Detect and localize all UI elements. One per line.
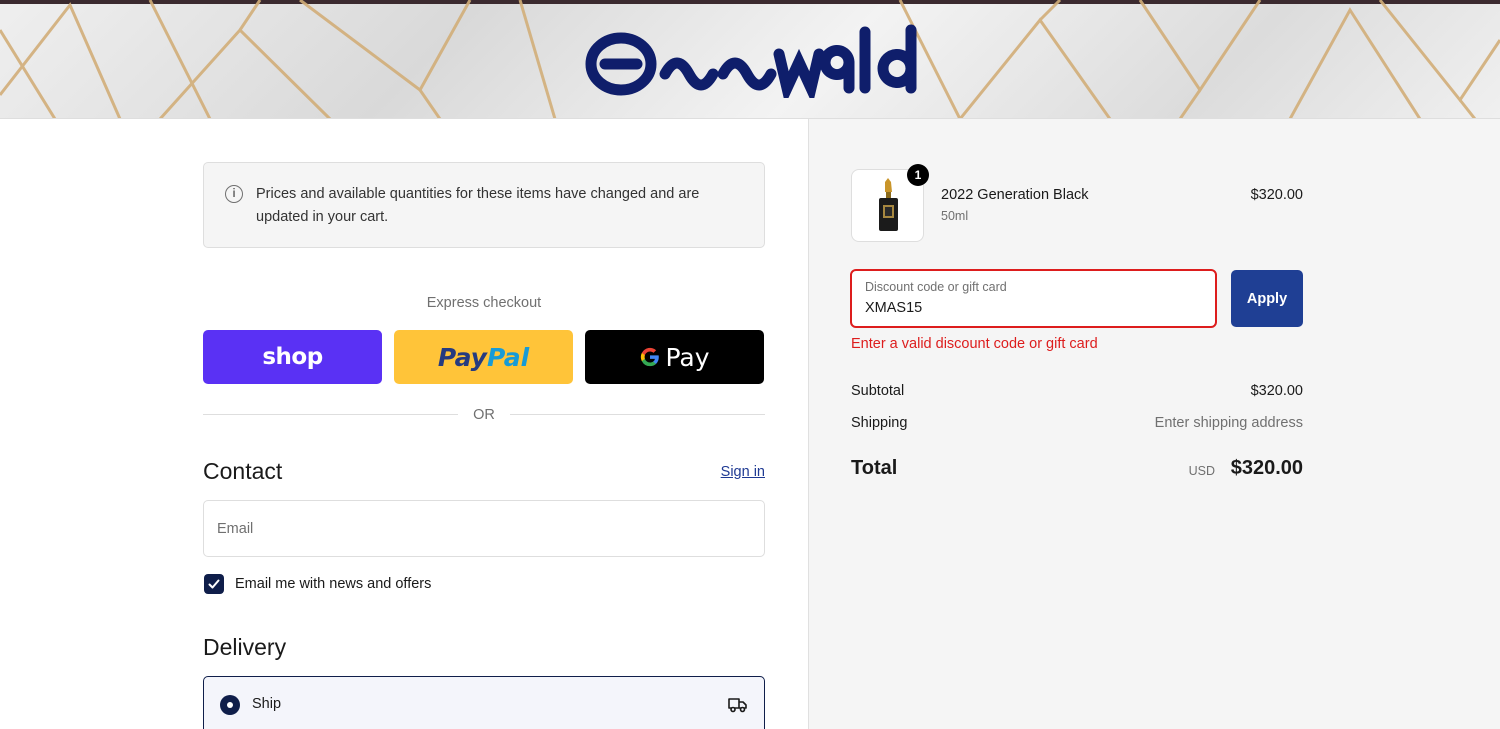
notice-message: Prices and available quantities for thes… (256, 186, 700, 225)
cart-changed-notice: i Prices and available quantities for th… (203, 162, 765, 248)
total-value: $320.00 (1230, 457, 1303, 479)
google-g-icon (641, 347, 660, 367)
delivery-heading: Delivery (203, 634, 287, 660)
paypal-logo: PayPal (437, 342, 530, 372)
ship-radio[interactable] (220, 695, 240, 715)
email-field[interactable] (203, 500, 765, 557)
shop-pay-button[interactable]: shop (203, 330, 382, 384)
brand-logo[interactable] (583, 24, 923, 105)
google-pay-label: Pay (665, 342, 710, 372)
quantity-badge: 1 (907, 164, 929, 186)
shop-pay-logo: shop (262, 344, 323, 370)
google-pay-button[interactable]: Pay (585, 330, 764, 384)
product-name: 2022 Generation Black (941, 187, 1089, 203)
newsletter-label: Email me with news and offers (235, 576, 432, 592)
apply-discount-button[interactable]: Apply (1231, 270, 1303, 327)
newsletter-checkbox[interactable] (204, 574, 224, 594)
checkmark-icon (208, 579, 220, 589)
or-divider: OR (203, 405, 765, 425)
subtotal-value: $320.00 (1250, 383, 1303, 399)
discount-error-message: Enter a valid discount code or gift card (851, 336, 1098, 352)
or-label: OR (473, 407, 495, 423)
info-icon: i (225, 185, 243, 203)
ship-label: Ship (252, 696, 282, 712)
product-variant: 50ml (941, 209, 969, 223)
discount-field-label: Discount code or gift card (865, 280, 1007, 294)
express-checkout-label: Express checkout (426, 295, 542, 311)
discount-code-field[interactable]: Discount code or gift card XMAS15 (850, 269, 1217, 328)
truck-icon (728, 698, 747, 713)
store-header (0, 0, 1500, 119)
total-currency: USD (1188, 464, 1215, 478)
contact-heading: Contact (203, 458, 283, 484)
total-label: Total (851, 457, 898, 479)
paypal-button[interactable]: PayPal (394, 330, 573, 384)
sign-in-link[interactable]: Sign in (700, 464, 765, 480)
shipping-label: Shipping (851, 415, 908, 431)
ship-option[interactable]: Ship (203, 676, 765, 729)
subtotal-label: Subtotal (851, 383, 905, 399)
shipping-value: Enter shipping address (1154, 415, 1303, 431)
discount-field-value[interactable]: XMAS15 (865, 300, 922, 316)
product-price: $320.00 (1250, 187, 1303, 203)
